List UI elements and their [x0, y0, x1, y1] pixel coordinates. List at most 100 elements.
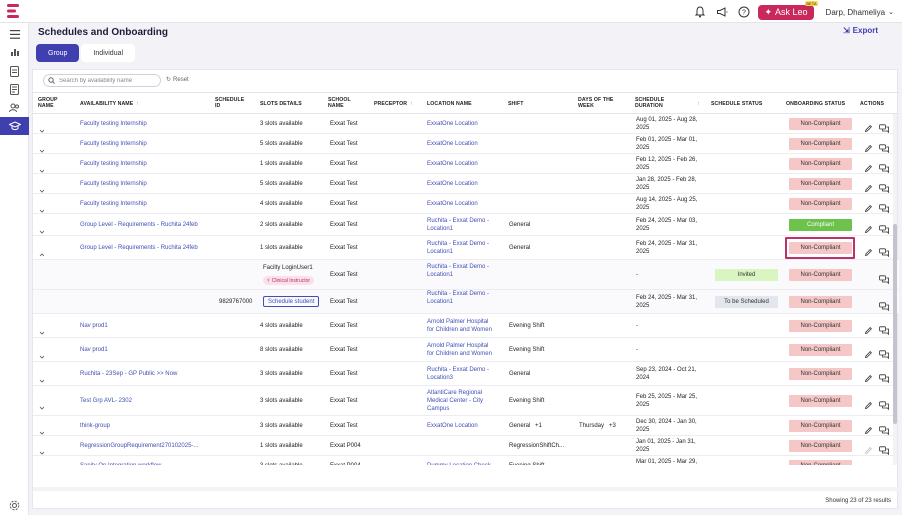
location-name-link-line2[interactable]: Location1 — [427, 271, 453, 279]
availability-name-link[interactable]: Nav prod1 — [80, 322, 108, 330]
col-onboarding-status[interactable]: ONBOARDING STATUS — [786, 101, 845, 107]
expand-row-chevron-down-icon[interactable] — [39, 398, 45, 410]
comments-chat-icon[interactable] — [879, 140, 889, 153]
edit-pencil-icon[interactable] — [864, 422, 873, 434]
edit-pencil-icon[interactable] — [864, 160, 873, 172]
col-school-name[interactable]: SCHOOL NAME — [328, 97, 358, 109]
expand-row-chevron-down-icon[interactable] — [39, 323, 45, 335]
col-actions[interactable]: ACTIONS — [860, 101, 884, 107]
availability-name-link[interactable]: Test Grp AVL- 2302 — [80, 397, 132, 405]
location-name-link[interactable]: Ruchita - Exxat Demo - — [427, 263, 489, 271]
edit-pencil-icon[interactable] — [864, 397, 873, 409]
location-name-link-line3[interactable]: Campus — [427, 405, 449, 413]
location-name-link-line2[interactable]: Location1 — [427, 248, 453, 256]
location-name-link[interactable]: Ruchita - Exxat Demo - — [427, 240, 489, 248]
user-menu[interactable]: Darp, Dhameliya ⌄ — [826, 8, 894, 17]
edit-pencil-icon[interactable] — [864, 180, 873, 192]
col-availability-name[interactable]: AVAILABILITY NAME ↑ — [80, 101, 139, 107]
ask-leo-button[interactable]: ✦ Ask Leo BETA — [758, 0, 818, 20]
edit-pencil-icon[interactable] — [864, 120, 873, 132]
shift-more-badge[interactable]: +1 — [535, 422, 542, 430]
comments-chat-icon[interactable] — [879, 160, 889, 173]
comments-chat-icon[interactable] — [879, 370, 889, 383]
availability-name-link[interactable]: Faculty testing Internship — [80, 120, 147, 128]
location-name-link[interactable]: Arnold Palmer Hospital — [427, 318, 488, 326]
availability-name-link[interactable]: Faculty testing Internship — [80, 180, 147, 188]
document-icon[interactable] — [0, 62, 29, 80]
notification-bell-icon[interactable] — [692, 4, 708, 20]
tab-group[interactable]: Group — [36, 44, 80, 62]
users-icon[interactable] — [0, 99, 29, 117]
location-name-link-line2[interactable]: Location1 — [427, 225, 453, 233]
col-schedule-duration[interactable]: SCHEDULE DURATION — [635, 97, 675, 109]
location-name-link[interactable]: Ruchita - Exxat Demo - — [427, 290, 489, 298]
location-name-link[interactable]: Ruchita - Exxat Demo - — [427, 217, 489, 225]
col-group-name[interactable]: GROUP NAME — [38, 97, 62, 109]
location-name-link[interactable]: ExxatOne Location — [427, 180, 478, 188]
location-name-link[interactable]: Dummy Location Check — [427, 462, 491, 465]
comments-chat-icon[interactable] — [879, 120, 889, 133]
announcement-megaphone-icon[interactable] — [714, 4, 730, 20]
col-schedule-status[interactable]: SCHEDULE STATUS — [711, 101, 762, 107]
location-name-link-line2[interactable]: Location3 — [427, 374, 453, 382]
search-box[interactable] — [43, 74, 161, 87]
availability-name-link[interactable]: Group Level - Requirements - Ruchita 24f… — [80, 244, 198, 252]
edit-pencil-icon[interactable] — [864, 200, 873, 212]
comments-chat-icon[interactable] — [879, 442, 889, 455]
location-name-link-line2[interactable]: Medical Center - City — [427, 397, 483, 405]
location-name-link[interactable]: ExxatOne Location — [427, 140, 478, 148]
location-name-link-line2[interactable]: Location1 — [427, 298, 453, 306]
availability-name-link[interactable]: think-group — [80, 422, 110, 430]
comments-chat-icon[interactable] — [879, 422, 889, 435]
col-slots-details[interactable]: SLOTS DETAILS — [260, 101, 302, 107]
edit-pencil-icon[interactable] — [864, 244, 873, 256]
comments-chat-icon[interactable] — [879, 346, 889, 359]
availability-name-link[interactable]: Ruchita - 23Sep - GP Public >> Now — [80, 370, 177, 378]
comments-chat-icon[interactable] — [879, 462, 888, 466]
location-name-link[interactable]: ExxatOne Location — [427, 160, 478, 168]
location-name-link[interactable]: Ruchita - Exxat Demo - — [427, 366, 489, 374]
comments-chat-icon[interactable] — [879, 221, 889, 234]
collapse-row-chevron-up-icon[interactable] — [39, 245, 45, 257]
expand-row-chevron-down-icon[interactable] — [39, 371, 45, 383]
col-location-name[interactable]: LOCATION NAME — [427, 101, 472, 107]
col-preceptor[interactable]: PRECEPTOR ↑ — [374, 101, 413, 107]
vertical-scroll-thumb[interactable] — [893, 224, 897, 424]
availability-name-link[interactable]: Faculty testing Internship — [80, 200, 147, 208]
schedule-student-button[interactable]: Schedule student — [263, 296, 320, 307]
location-name-link[interactable]: Arnold Palmer Hospital — [427, 342, 488, 350]
col-schedule-id[interactable]: SCHEDULE ID — [215, 97, 247, 109]
location-name-link-line2[interactable]: for Children and Women — [427, 350, 492, 358]
exxat-logo-icon[interactable] — [5, 3, 21, 19]
sort-arrow-icon[interactable]: ↑ — [697, 101, 700, 107]
settings-gear-icon[interactable] — [0, 496, 29, 514]
comments-chat-icon[interactable] — [879, 397, 889, 410]
edit-pencil-icon[interactable] — [864, 221, 873, 233]
availability-name-link[interactable]: Nav prod1 — [80, 346, 108, 354]
comments-chat-icon[interactable] — [879, 244, 889, 257]
export-button[interactable]: ⇲ Export — [843, 26, 878, 35]
expand-row-chevron-down-icon[interactable] — [39, 141, 45, 153]
edit-pencil-icon[interactable] — [864, 462, 873, 466]
comments-chat-icon[interactable] — [879, 271, 889, 284]
hamburger-menu-icon[interactable] — [0, 25, 29, 43]
expand-row-chevron-down-icon[interactable] — [39, 443, 45, 455]
availability-name-link[interactable]: Faculty testing Internship — [80, 140, 147, 148]
availability-name-link[interactable]: RegressionGroupRequirement270102025-... — [80, 442, 198, 450]
location-name-link[interactable]: ExxatOne Location — [427, 200, 478, 208]
file-list-icon[interactable] — [0, 80, 29, 98]
expand-row-chevron-down-icon[interactable] — [39, 222, 45, 234]
location-name-link[interactable]: AtlantiCare Regional — [427, 389, 482, 397]
col-shift[interactable]: SHIFT — [508, 101, 524, 107]
edit-pencil-icon[interactable] — [864, 346, 873, 358]
expand-row-chevron-down-icon[interactable] — [39, 423, 45, 435]
expand-row-chevron-down-icon[interactable] — [39, 161, 45, 173]
expand-row-chevron-down-icon[interactable] — [39, 201, 45, 213]
col-days-of-week[interactable]: DAYS OF THE WEEK — [578, 97, 622, 109]
comments-chat-icon[interactable] — [879, 200, 889, 213]
location-name-link-line2[interactable]: for Children and Women — [427, 326, 492, 334]
tab-individual[interactable]: Individual — [81, 44, 136, 62]
analytics-chart-icon[interactable] — [0, 43, 29, 61]
expand-row-chevron-down-icon[interactable] — [39, 121, 45, 133]
edit-pencil-icon[interactable] — [864, 322, 873, 334]
